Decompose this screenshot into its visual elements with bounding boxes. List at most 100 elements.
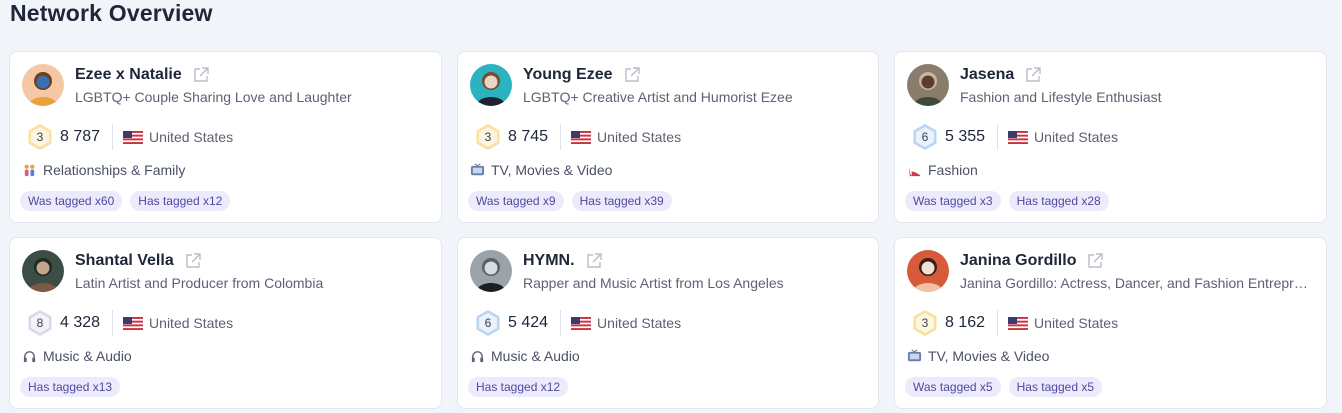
external-link-icon[interactable] xyxy=(623,66,641,84)
tag-list: Was tagged x3 Has tagged x28 xyxy=(905,191,1109,211)
tag-badge: Has tagged x12 xyxy=(130,191,231,211)
external-link-icon[interactable] xyxy=(1086,252,1104,270)
external-link-icon[interactable] xyxy=(184,252,202,270)
tag-badge: Has tagged x39 xyxy=(571,191,672,211)
external-link-icon[interactable] xyxy=(192,66,210,84)
avatar[interactable] xyxy=(470,64,512,106)
avatar[interactable] xyxy=(470,250,512,292)
us-flag-icon xyxy=(123,316,144,330)
divider xyxy=(997,310,999,336)
country-label: United States xyxy=(597,129,682,145)
high-heel-icon xyxy=(907,163,922,178)
profile-name[interactable]: Janina Gordillo xyxy=(960,252,1076,270)
profile-bio: LGBTQ+ Couple Sharing Love and Laughter xyxy=(75,89,352,105)
category: Music & Audio xyxy=(22,348,132,364)
divider xyxy=(560,310,562,336)
avatar[interactable] xyxy=(907,250,949,292)
tag-badge: Has tagged x13 xyxy=(20,377,121,397)
people-holding-hands-icon xyxy=(22,163,37,178)
profile-name[interactable]: Ezee x Natalie xyxy=(75,66,182,84)
avatar[interactable] xyxy=(907,64,949,106)
level-number: 6 xyxy=(484,316,492,330)
headphones-icon xyxy=(22,349,37,364)
name-row: Jasena xyxy=(960,66,1042,84)
profile-card[interactable]: Jasena Fashion and Lifestyle Enthusiast … xyxy=(894,51,1327,223)
us-flag-icon xyxy=(1008,130,1029,144)
tag-badge: Was tagged x9 xyxy=(468,191,564,211)
country-label: United States xyxy=(597,315,682,331)
profile-bio: LGBTQ+ Creative Artist and Humorist Ezee xyxy=(523,89,793,105)
name-row: Ezee x Natalie xyxy=(75,66,210,84)
profile-name[interactable]: Shantal Vella xyxy=(75,252,174,270)
us-flag-icon xyxy=(123,130,144,144)
level-badge: 3 xyxy=(26,123,54,151)
level-number: 6 xyxy=(921,130,929,144)
level-badge: 3 xyxy=(911,309,939,337)
level-badge: 8 xyxy=(26,309,54,337)
tag-list: Was tagged x60 Has tagged x12 xyxy=(20,191,231,211)
level-number: 8 xyxy=(36,316,44,330)
divider xyxy=(560,124,562,150)
external-link-icon[interactable] xyxy=(585,252,603,270)
profile-name[interactable]: HYMN. xyxy=(523,252,575,270)
followers-count: 8 787 xyxy=(60,128,101,145)
tag-badge: Was tagged x3 xyxy=(905,191,1001,211)
tag-badge: Has tagged x5 xyxy=(1008,377,1102,397)
profile-name[interactable]: Young Ezee xyxy=(523,66,613,84)
profile-card[interactable]: Ezee x Natalie LGBTQ+ Couple Sharing Lov… xyxy=(9,51,442,223)
profile-bio: Latin Artist and Producer from Colombia xyxy=(75,275,324,291)
category-label: Fashion xyxy=(928,162,978,178)
television-icon xyxy=(907,348,922,364)
stats-row: 3 8 162 United States xyxy=(911,308,1118,338)
profile-card[interactable]: Janina Gordillo Janina Gordillo: Actress… xyxy=(894,237,1327,409)
divider xyxy=(112,124,114,150)
followers-count: 5 355 xyxy=(945,128,986,145)
country-label: United States xyxy=(149,129,234,145)
stats-row: 6 5 424 United States xyxy=(474,308,681,338)
us-flag-icon xyxy=(571,316,592,330)
tag-badge: Was tagged x5 xyxy=(905,377,1001,397)
tag-list: Has tagged x13 xyxy=(20,377,121,397)
page-title: Network Overview xyxy=(10,0,213,26)
profile-grid: Ezee x Natalie LGBTQ+ Couple Sharing Lov… xyxy=(9,51,1327,409)
stats-row: 6 5 355 United States xyxy=(911,122,1118,152)
profile-bio: Fashion and Lifestyle Enthusiast xyxy=(960,89,1162,105)
profile-card[interactable]: HYMN. Rapper and Music Artist from Los A… xyxy=(457,237,879,409)
name-row: Young Ezee xyxy=(523,66,641,84)
category-label: TV, Movies & Video xyxy=(491,162,613,178)
stats-row: 3 8 745 United States xyxy=(474,122,681,152)
country-label: United States xyxy=(1034,315,1119,331)
tag-list: Was tagged x9 Has tagged x39 xyxy=(468,191,672,211)
profile-bio: Janina Gordillo: Actress, Dancer, and Fa… xyxy=(960,275,1314,291)
category-label: Music & Audio xyxy=(43,348,132,364)
profile-name[interactable]: Jasena xyxy=(960,66,1014,84)
category-label: Music & Audio xyxy=(491,348,580,364)
profile-card[interactable]: Shantal Vella Latin Artist and Producer … xyxy=(9,237,442,409)
television-icon xyxy=(470,162,485,178)
followers-count: 8 745 xyxy=(508,128,549,145)
country-label: United States xyxy=(149,315,234,331)
external-link-icon[interactable] xyxy=(1024,66,1042,84)
name-row: Janina Gordillo xyxy=(960,252,1104,270)
level-number: 3 xyxy=(36,130,44,144)
category-label: Relationships & Family xyxy=(43,162,186,178)
profile-bio: Rapper and Music Artist from Los Angeles xyxy=(523,275,784,291)
category-label: TV, Movies & Video xyxy=(928,348,1050,364)
tag-badge: Has tagged x12 xyxy=(468,377,569,397)
level-badge: 6 xyxy=(911,123,939,151)
divider xyxy=(997,124,999,150)
level-number: 3 xyxy=(921,316,929,330)
avatar[interactable] xyxy=(22,250,64,292)
avatar[interactable] xyxy=(22,64,64,106)
name-row: Shantal Vella xyxy=(75,252,202,270)
divider xyxy=(112,310,114,336)
category: Fashion xyxy=(907,162,978,178)
stats-row: 3 8 787 United States xyxy=(26,122,233,152)
level-badge: 3 xyxy=(474,123,502,151)
tag-list: Has tagged x12 xyxy=(468,377,569,397)
category: Music & Audio xyxy=(470,348,580,364)
category: TV, Movies & Video xyxy=(907,348,1049,364)
us-flag-icon xyxy=(571,130,592,144)
level-number: 3 xyxy=(484,130,492,144)
profile-card[interactable]: Young Ezee LGBTQ+ Creative Artist and Hu… xyxy=(457,51,879,223)
